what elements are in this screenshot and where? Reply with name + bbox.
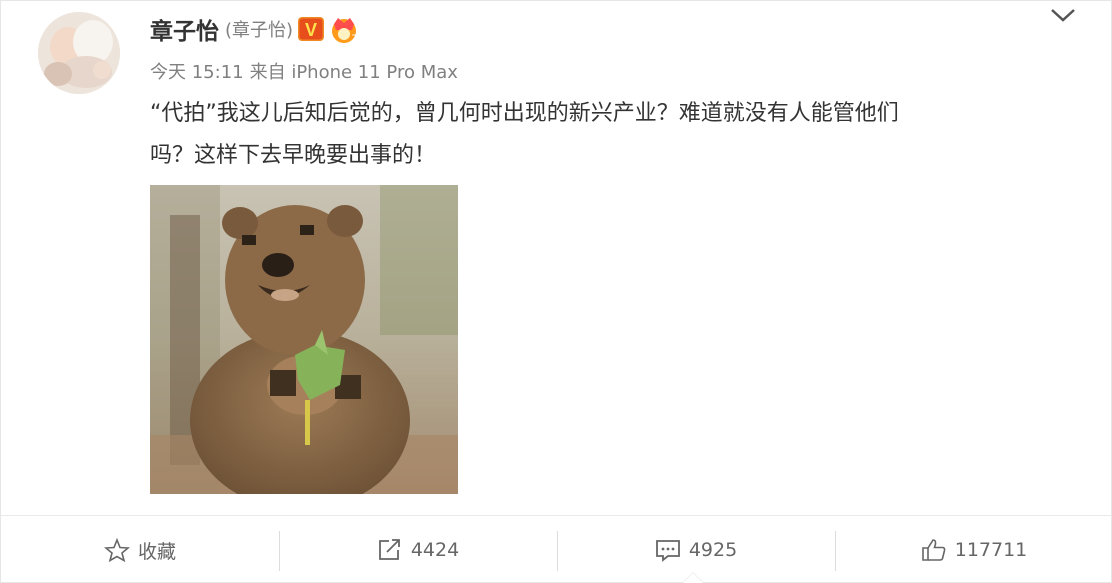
comment-pointer-caret <box>682 572 704 583</box>
avatar-image <box>38 12 120 94</box>
star-icon <box>103 538 130 562</box>
comment-icon <box>655 540 680 562</box>
favorite-button[interactable]: 收藏 <box>1 516 279 583</box>
post-source[interactable]: 来自 iPhone 11 Pro Max <box>250 62 458 83</box>
repost-button[interactable]: 4424 <box>279 516 557 583</box>
post-header: 章子怡 (章子怡) V 7 <box>150 13 360 45</box>
like-button[interactable]: 117711 <box>835 516 1112 583</box>
post-text-line: 吗？这样下去早晚要出事的！ <box>150 143 437 168</box>
post-image[interactable] <box>150 185 458 494</box>
post-action-bar: 收藏 4424 4925 117711 <box>1 515 1112 583</box>
svg-text:7: 7 <box>352 33 357 43</box>
post-menu-chevron-icon[interactable] <box>1045 3 1081 27</box>
verified-badge-letter: V <box>305 20 317 40</box>
like-count: 117711 <box>954 539 1028 561</box>
weibo-post-card: 章子怡 (章子怡) V 7 今天 15:11 来自 iPhone 11 Pro M… <box>0 0 1112 583</box>
author-name[interactable]: 章子怡 <box>150 12 219 46</box>
author-avatar[interactable] <box>38 12 120 94</box>
crown-icon[interactable]: 7 <box>328 14 360 44</box>
repost-count: 4424 <box>410 539 460 561</box>
author-remark: (章子怡) <box>225 20 294 41</box>
post-text: “代拍”我这儿后知后觉的，曾几何时出现的新兴产业？难道就没有人能管他们 吗？这样… <box>150 93 1050 177</box>
favorite-label: 收藏 <box>137 540 176 563</box>
post-time[interactable]: 今天 15:11 <box>150 62 244 83</box>
quokka-photo-icon <box>150 185 458 494</box>
share-icon <box>378 539 400 560</box>
verified-badge-icon[interactable]: V <box>298 17 325 41</box>
post-meta: 今天 15:11 来自 iPhone 11 Pro Max <box>150 58 464 84</box>
post-text-line: “代拍”我这儿后知后觉的，曾几何时出现的新兴产业？难道就没有人能管他们 <box>150 101 899 126</box>
thumbs-up-icon <box>921 539 946 561</box>
comment-count: 4925 <box>688 539 738 561</box>
